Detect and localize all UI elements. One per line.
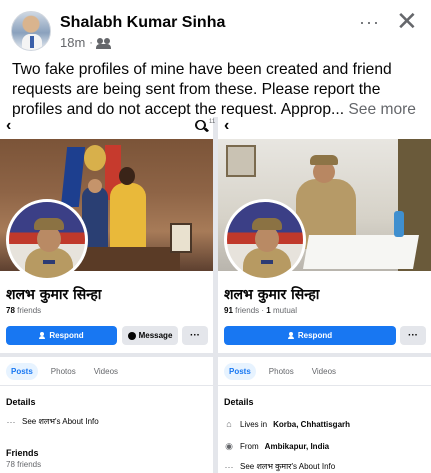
cover-wall-frame bbox=[226, 145, 256, 177]
tab-photos[interactable]: Photos bbox=[46, 363, 81, 380]
tab-photos[interactable]: Photos bbox=[264, 363, 299, 380]
chevron-left-icon[interactable]: ‹ bbox=[224, 117, 229, 135]
respond-label: Respond bbox=[49, 331, 84, 340]
lives-in-row: ⌂ Lives in Korba, Chhattisgarh bbox=[224, 419, 350, 429]
meta-separator: · bbox=[89, 36, 93, 49]
profile-uniform bbox=[243, 248, 291, 278]
message-button[interactable]: Message bbox=[122, 326, 178, 345]
profile-topbar: ‹ bbox=[0, 117, 213, 139]
see-more-link[interactable]: See more bbox=[348, 101, 416, 118]
post-more-button[interactable]: ··· bbox=[359, 12, 380, 33]
search-icon[interactable] bbox=[196, 120, 206, 130]
friends-subtitle: 78 friends bbox=[6, 460, 42, 469]
avatar-tie bbox=[30, 36, 34, 48]
close-button[interactable]: ✕ bbox=[396, 6, 418, 36]
message-label: Message bbox=[138, 331, 173, 340]
profile-picture[interactable] bbox=[224, 199, 306, 281]
cover-person-woman-head bbox=[119, 167, 135, 185]
friends-number: 91 bbox=[224, 306, 233, 315]
tab-videos[interactable]: Videos bbox=[307, 363, 341, 380]
profile-topbar: ‹ bbox=[218, 117, 431, 139]
cover-officer-cap bbox=[310, 155, 338, 165]
tab-videos[interactable]: Videos bbox=[89, 363, 123, 380]
from-prefix: From bbox=[240, 442, 259, 451]
location-pin-icon: ◉ bbox=[225, 441, 233, 451]
notification-count: 11 bbox=[209, 119, 216, 125]
profile-screenshot-right: ‹ शलभ कुमार सिन्हा 91 friends · 1 mutual… bbox=[218, 117, 431, 473]
lives-in-prefix: Lives in bbox=[240, 419, 268, 429]
from-place[interactable]: Ambikapur, India bbox=[265, 442, 329, 451]
profile-cap bbox=[34, 218, 64, 230]
tab-posts[interactable]: Posts bbox=[224, 363, 256, 380]
about-info-label: See शलभ's About Info bbox=[22, 417, 99, 426]
profile-badge bbox=[43, 260, 55, 264]
tab-posts[interactable]: Posts bbox=[6, 363, 38, 380]
author-name[interactable]: Shalabh Kumar Sinha bbox=[60, 14, 225, 32]
lives-in-place[interactable]: Korba, Chhattisgarh bbox=[273, 420, 350, 429]
chevron-left-icon[interactable]: ‹ bbox=[6, 117, 11, 135]
friends-number: 78 bbox=[6, 306, 15, 315]
post-body: Two fake profiles of mine have been crea… bbox=[12, 61, 392, 118]
profile-tabs: Posts Photos Videos bbox=[224, 363, 341, 380]
profile-tabs: Posts Photos Videos bbox=[6, 363, 123, 380]
home-icon: ⌂ bbox=[226, 419, 232, 429]
tabs-divider bbox=[218, 385, 431, 386]
post-meta: 18m · bbox=[60, 35, 111, 50]
post-time[interactable]: 18m bbox=[60, 35, 85, 50]
cover-papers bbox=[303, 235, 419, 269]
post-text: Two fake profiles of mine have been crea… bbox=[12, 60, 424, 120]
profile-friends-count[interactable]: 78 friends bbox=[6, 306, 41, 315]
messenger-icon bbox=[127, 331, 136, 340]
mutual-number: 1 bbox=[266, 306, 271, 315]
friends-label: friends bbox=[235, 306, 260, 315]
cover-bottle bbox=[394, 211, 404, 237]
ellipsis-icon: ··· bbox=[6, 416, 16, 427]
details-title: Details bbox=[6, 397, 36, 407]
profile-name: शलभ कुमार सिन्हा bbox=[6, 287, 102, 303]
profile-uniform bbox=[25, 248, 73, 278]
friends-label: friends bbox=[17, 306, 42, 315]
cover-picture-frame bbox=[170, 223, 192, 253]
meta-separator: · bbox=[261, 306, 265, 315]
profile-more-button[interactable]: ··· bbox=[400, 326, 426, 345]
ellipsis-icon: ··· bbox=[224, 461, 234, 472]
profile-screenshot-left: ‹ शलभ कुमार सिन्हा 78 friends Respond Me… bbox=[0, 117, 213, 473]
friends-audience-icon bbox=[95, 37, 111, 49]
friends-title: Friends bbox=[6, 448, 39, 458]
about-info-label: See शलभ कुमार's About Info bbox=[240, 462, 336, 471]
mutual-label: mutual bbox=[272, 306, 297, 315]
respond-button[interactable]: Respond bbox=[224, 326, 396, 345]
respond-icon bbox=[39, 332, 46, 339]
tabs-divider bbox=[0, 385, 213, 386]
respond-button[interactable]: Respond bbox=[6, 326, 117, 345]
about-info-row[interactable]: ··· See शलभ's About Info bbox=[6, 416, 99, 427]
profile-cap bbox=[252, 218, 282, 230]
from-row: ◉ From Ambikapur, India bbox=[224, 441, 329, 452]
profile-name: शलभ कुमार सिन्हा bbox=[224, 287, 320, 303]
respond-label: Respond bbox=[297, 331, 333, 340]
profile-picture[interactable] bbox=[6, 199, 88, 281]
post-header: Shalabh Kumar Sinha 18m · ··· ✕ bbox=[0, 0, 431, 56]
details-title: Details bbox=[224, 397, 254, 407]
cover-emblem bbox=[84, 145, 106, 171]
author-avatar[interactable] bbox=[11, 11, 51, 51]
profile-badge bbox=[261, 260, 273, 264]
section-divider bbox=[218, 353, 431, 357]
profile-friends-count[interactable]: 91 friends · 1 mutual bbox=[224, 306, 297, 315]
profile-more-button[interactable]: ··· bbox=[182, 326, 208, 345]
respond-icon bbox=[287, 332, 295, 339]
cover-person-man-head bbox=[88, 179, 102, 193]
section-divider bbox=[0, 353, 213, 357]
about-info-row[interactable]: ··· See शलभ कुमार's About Info bbox=[224, 461, 336, 472]
